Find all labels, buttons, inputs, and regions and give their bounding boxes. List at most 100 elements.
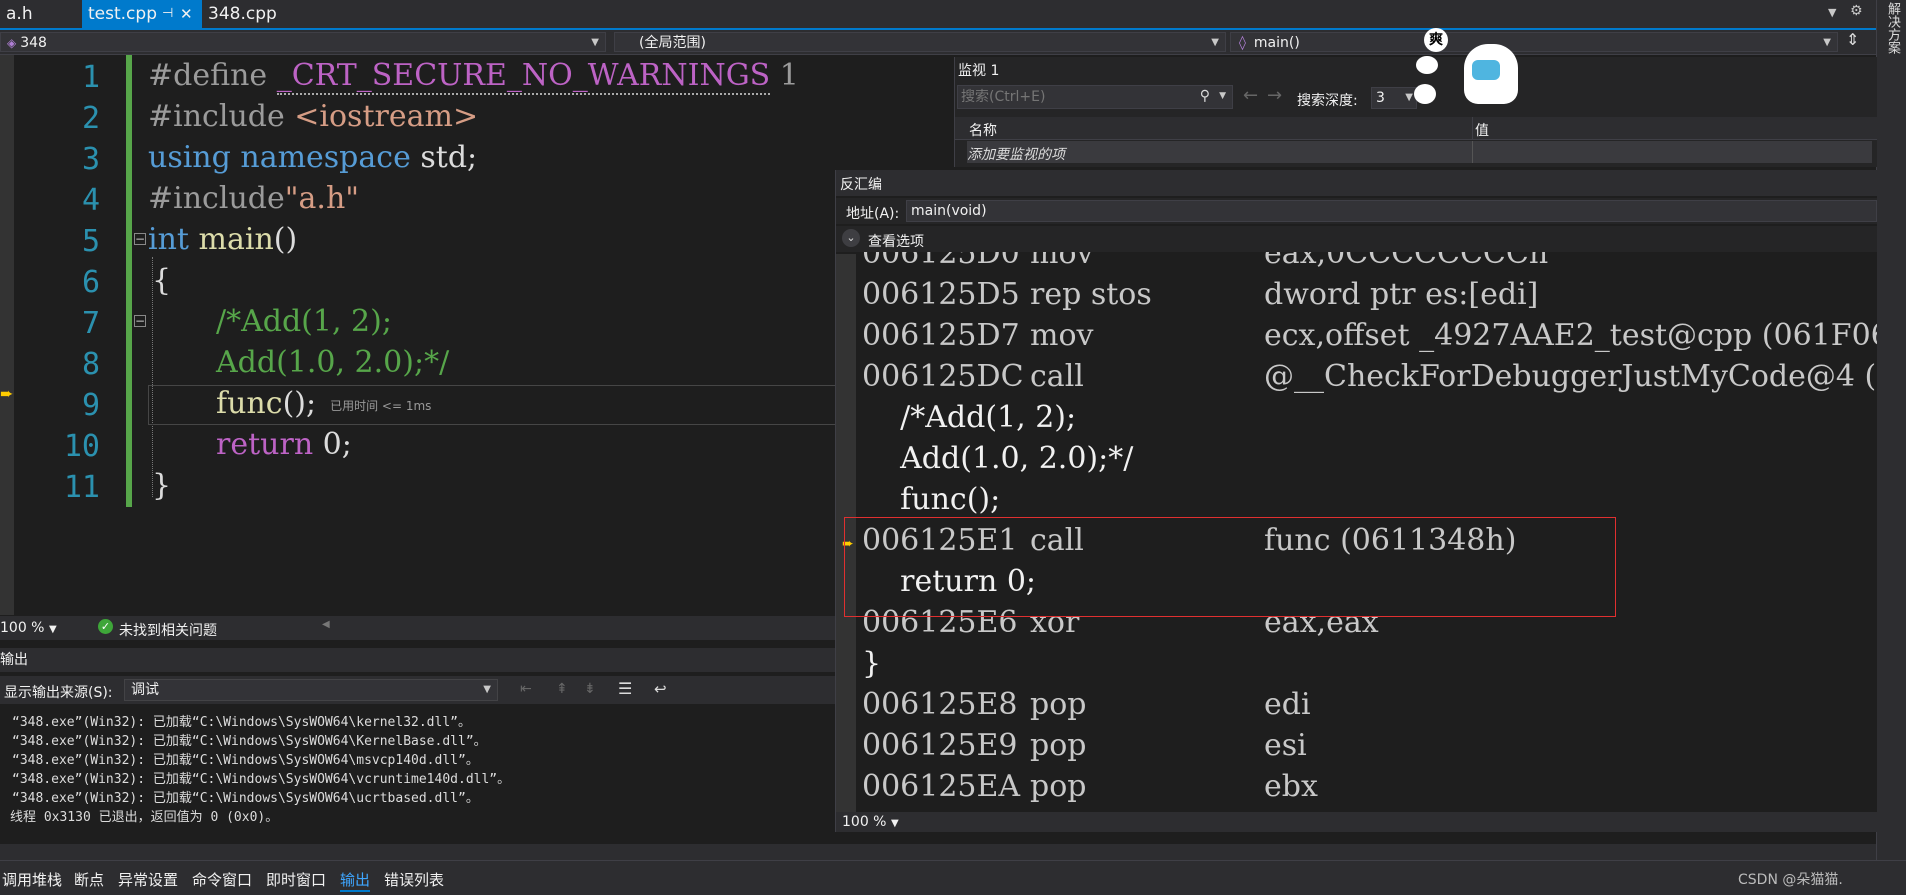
output-line: “348.exe”(Win32): 已加载“C:\Windows\SysWOW6… <box>12 772 511 787</box>
code-line-9: func(); 已用时间 <= 1ms <box>216 386 431 421</box>
project-label: 348 <box>20 35 47 51</box>
search-depth-dropdown[interactable]: 3 ▼ <box>1371 87 1417 109</box>
tab-immediate-window[interactable]: 即时窗口 <box>266 869 326 890</box>
tab-a-h[interactable]: a.h <box>0 0 82 28</box>
chevron-down-icon[interactable]: ⌄ <box>842 229 860 247</box>
tab-command-window[interactable]: 命令窗口 <box>192 869 252 890</box>
disassembly-title: 反汇编 <box>840 177 882 193</box>
disasm-operands: @__CheckForDebuggerJustMyCode@4 (0611384 <box>1264 359 1877 394</box>
view-options-label: 查看选项 <box>868 234 924 250</box>
line-number: 7 <box>81 306 100 341</box>
pin-icon[interactable]: ⊣ <box>162 0 173 28</box>
tab-overflow-icon[interactable]: ▼ <box>1828 6 1836 19</box>
scope-label: (全局范围) <box>639 35 706 51</box>
collapse-icon[interactable]: − <box>134 233 146 245</box>
function-label: main() <box>1253 35 1300 51</box>
disasm-opcode: mov <box>1030 252 1094 271</box>
sticker-dot <box>1414 84 1436 104</box>
watch-add-row[interactable]: 添加要监视的项 <box>967 141 1872 163</box>
disasm-address: 006125E8 <box>862 687 1018 722</box>
disassembly-window: 反汇编 地址(A): main(void) ⌄ 查看选项 006125D0 mo… <box>835 170 1877 832</box>
disasm-source-line: /*Add(1, 2); <box>862 400 1077 435</box>
tab-label: 348.cpp <box>208 4 277 24</box>
tab-error-list[interactable]: 错误列表 <box>384 869 444 890</box>
code-token: using namespace <box>148 140 411 175</box>
search-depth-value: 3 <box>1376 90 1385 106</box>
horizontal-scrollbar[interactable] <box>0 844 1876 860</box>
navigation-bar: ◈ 348 ▼ (全局范围) ▼ ◊ main() ▼ ⇕ <box>0 30 1876 55</box>
check-circle-icon: ✓ <box>98 619 113 634</box>
disasm-operands: dword ptr es:[edi] <box>1264 277 1539 312</box>
tab-label: test.cpp <box>88 4 157 24</box>
address-bar: 地址(A): main(void) <box>836 198 1877 224</box>
code-token: int <box>148 222 189 257</box>
change-tracking-bar <box>126 55 132 507</box>
word-wrap-icon[interactable]: ↩ <box>654 680 667 698</box>
tab-test-cpp[interactable]: test.cpp ⊣ ✕ <box>82 0 202 28</box>
code-token: func <box>216 386 283 421</box>
current-statement-arrow-icon: ➨ <box>0 384 14 403</box>
code-line-4: #include"a.h" <box>148 181 359 216</box>
tab-call-stack[interactable]: 调用堆栈 <box>2 869 62 890</box>
code-line-3: using namespace std; <box>148 140 477 175</box>
address-input[interactable]: main(void) <box>906 200 1877 222</box>
chevron-down-icon: ▼ <box>1823 37 1831 48</box>
code-token: Add(1.0, 2.0);*/ <box>216 345 450 380</box>
scope-dropdown[interactable]: (全局范围) ▼ <box>614 32 1226 52</box>
arrow-left-icon[interactable]: ← <box>1243 85 1258 106</box>
add-watch-item[interactable]: 添加要监视的项 <box>967 144 1065 164</box>
disasm-address: 006125E9 <box>862 728 1018 763</box>
column-header-name[interactable]: 名称 <box>969 120 997 140</box>
function-dropdown[interactable]: ◊ main() ▼ <box>1230 32 1838 52</box>
project-dropdown[interactable]: ◈ 348 ▼ <box>0 32 606 52</box>
chevron-down-icon[interactable]: ▼ <box>1219 91 1226 101</box>
line-number: 3 <box>81 142 100 177</box>
column-header-value[interactable]: 值 <box>1475 120 1489 140</box>
column-divider[interactable] <box>1472 117 1473 139</box>
zoom-dropdown[interactable]: 100 % ▼ <box>0 620 57 636</box>
issues-status[interactable]: 未找到相关问题 <box>119 620 217 640</box>
clear-all-icon[interactable]: ☰ <box>618 679 632 698</box>
code-line-8: Add(1.0, 2.0);*/ <box>216 345 449 380</box>
code-line-6: { <box>152 263 171 298</box>
collapse-icon[interactable]: − <box>134 315 146 327</box>
output-text[interactable]: “348.exe”(Win32): 已加载“C:\Windows\SysWOW6… <box>0 706 835 844</box>
output-source-dropdown[interactable]: 调试 ▼ <box>124 679 498 701</box>
sticker-image: 爽 <box>1414 24 1520 114</box>
tab-348-cpp[interactable]: 348.cpp <box>202 0 292 28</box>
gear-icon[interactable]: ⚙ <box>1850 3 1863 19</box>
next-message-icon[interactable]: ⇟ <box>584 681 596 697</box>
view-options-bar[interactable]: ⌄ 查看选项 <box>836 226 1877 252</box>
project-icon: ◈ <box>7 36 17 50</box>
disassembly-status-bar: 100 % ▼ <box>836 812 1877 832</box>
tab-exception-settings[interactable]: 异常设置 <box>118 869 178 890</box>
code-token: _CRT_SECURE_NO_WARNINGS <box>276 58 771 95</box>
output-line: “348.exe”(Win32): 已加载“C:\Windows\SysWOW6… <box>12 791 479 806</box>
perf-tip[interactable]: 已用时间 <= 1ms <box>330 399 431 413</box>
close-icon[interactable]: ✕ <box>180 0 193 28</box>
watch-search-box[interactable]: ⚲ ▼ <box>957 85 1233 109</box>
disasm-address: 006125D5 <box>862 277 1020 312</box>
scroll-left-icon[interactable]: ◀ <box>322 619 330 630</box>
arrow-right-icon[interactable]: → <box>1267 85 1282 106</box>
disasm-row: 006125D0 <box>862 252 1020 271</box>
solution-explorer-strip[interactable]: 解决方案 <box>1876 0 1906 894</box>
zoom-dropdown[interactable]: 100 % ▼ <box>842 814 899 830</box>
code-editor[interactable]: 1 2 3 4 5 6 7 8 9 10 11 ➨ − − #define _C… <box>0 55 835 615</box>
find-message-icon[interactable]: ⇤ <box>520 681 532 697</box>
code-line-5: int main() <box>148 222 297 257</box>
disasm-operands: edi <box>1264 687 1311 722</box>
watch-title: 监视 1 <box>958 63 1000 79</box>
watch-search-input[interactable] <box>958 86 1193 108</box>
code-token: <iostream> <box>294 99 479 134</box>
disasm-source-line: Add(1.0, 2.0);*/ <box>862 441 1134 476</box>
chevron-down-icon: ▼ <box>483 684 491 695</box>
tab-output[interactable]: 输出 <box>340 869 371 892</box>
disasm-address: 006125DC <box>862 359 1024 394</box>
split-icon[interactable]: ⇕ <box>1846 30 1859 49</box>
search-icon[interactable]: ⚲ <box>1200 88 1210 104</box>
disasm-operands: eax,0CCCCCCCCh <box>1264 252 1549 271</box>
tab-breakpoints[interactable]: 断点 <box>74 869 104 890</box>
line-number: 10 <box>63 429 100 464</box>
previous-message-icon[interactable]: ⇞ <box>556 681 568 697</box>
